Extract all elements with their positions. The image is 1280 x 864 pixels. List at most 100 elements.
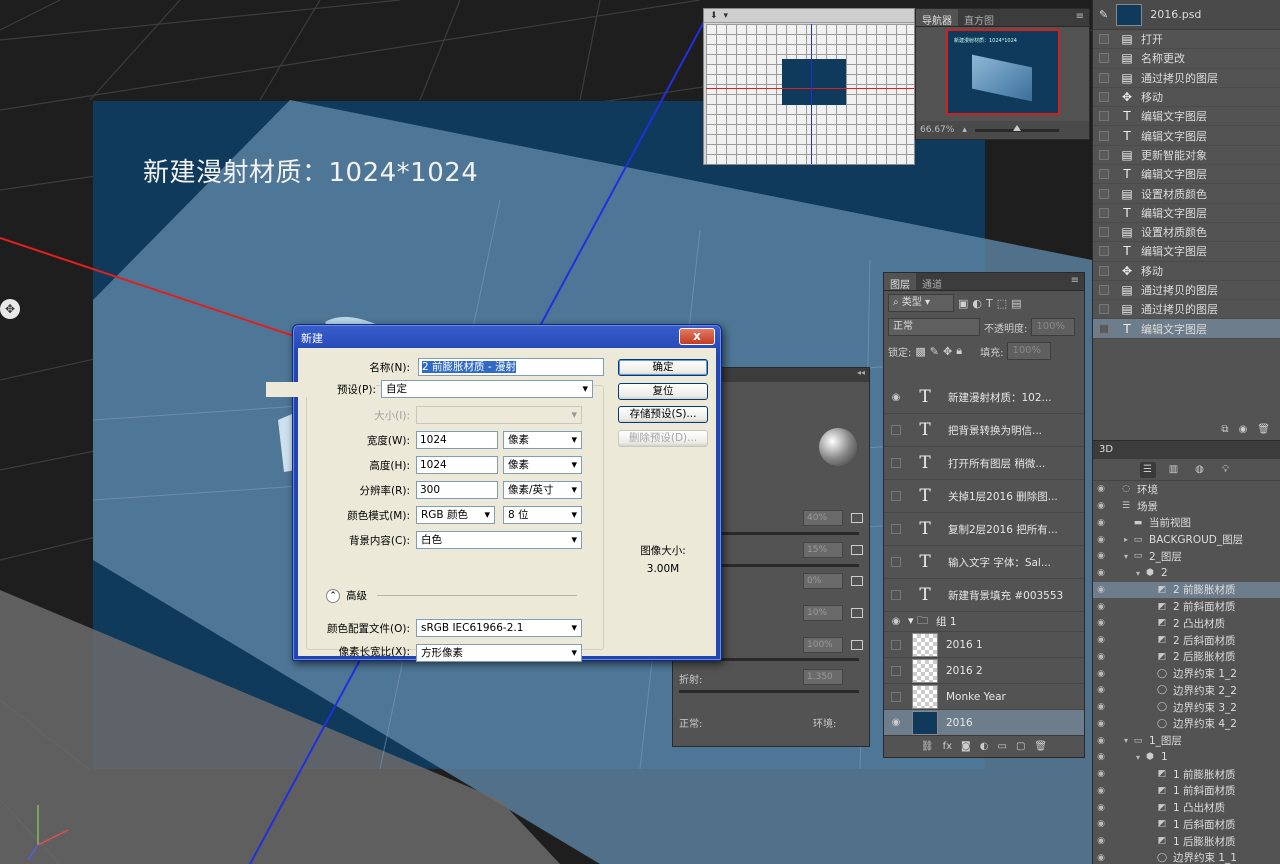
expand-toggle-icon[interactable]: ▸ [1121,535,1131,544]
snapshot-checkbox[interactable] [1099,188,1109,199]
eye-icon[interactable]: ◉ [1093,618,1109,628]
height-unit-select[interactable]: 像素 [503,456,582,474]
smart-object-filter-icon[interactable]: ▤ [1011,297,1021,310]
snapshot-checkbox[interactable] [1099,265,1109,276]
history-item[interactable]: T 编辑文字图层 [1093,204,1280,223]
snapshot-checkbox[interactable] [1099,304,1109,315]
expand-toggle-icon[interactable]: ▾ [1133,753,1143,762]
folder-icon[interactable] [851,513,863,523]
history-item[interactable]: ▤ 打开 [1093,30,1280,50]
snapshot-checkbox[interactable] [1099,72,1109,83]
history-item[interactable]: ▤ 通过拷贝的图层 [1093,69,1280,88]
history-brush-icon[interactable]: ✎ [1099,8,1108,21]
eye-icon[interactable]: ◉ [1093,635,1109,645]
tab-histogram[interactable]: 直方图 [958,9,1000,27]
eye-icon[interactable]: ◉ [1093,484,1109,494]
layer-row[interactable]: 2016 1 [884,632,1084,658]
layer-row[interactable]: ◉ T 新建漫射材质：102... [884,381,1084,414]
mask-icon[interactable]: ◙ [961,741,971,752]
lock-brush-icon[interactable]: ✎ [930,345,939,358]
threed-tree-item[interactable]: ◉ ▾ ⬢ 1 [1093,749,1280,766]
layer-row[interactable]: T 关掉1层2016 删除图... [884,480,1084,513]
eye-icon[interactable]: ◉ [1093,736,1109,746]
eye-icon[interactable]: ◉ [1093,685,1109,695]
layer-group-row[interactable]: ◉ ▾ 🗀︎ 组 1 [884,612,1084,632]
refraction-slider[interactable] [679,690,859,693]
folder-icon[interactable] [851,545,863,555]
visibility-toggle[interactable] [891,665,901,676]
panel-menu-icon[interactable]: ≡ [1066,273,1084,290]
ok-button[interactable]: 确定 [618,359,708,376]
snapshot-checkbox[interactable] [1099,169,1109,180]
threed-tree-item[interactable]: ◉ ▾ ▭ 1_图层 [1093,732,1280,749]
eye-icon[interactable]: ◉ [884,616,908,627]
layer-filter-select[interactable]: ⌕ 类型 ▾ [888,294,954,312]
tab-layers[interactable]: 图层 [884,273,916,291]
eye-icon[interactable]: ◉ [1093,719,1109,729]
eye-icon[interactable]: ◉ [1093,652,1109,662]
orbit-icon[interactable]: ✥ [0,299,20,319]
new-document-icon[interactable]: ⧉ [1221,424,1228,440]
color-profile-select[interactable]: sRGB IEC61966-2.1 [416,619,582,637]
eye-icon[interactable]: ◉ [1093,769,1109,779]
layer-row[interactable]: T 把背景转换为明信... [884,414,1084,447]
threed-tree-item[interactable]: ◉ ◩ 2 前斜面材质 [1093,598,1280,615]
eye-icon[interactable]: ◉ [1093,551,1109,561]
threed-tree-item[interactable]: ◉ ▾ ▭ 2_图层 [1093,548,1280,565]
threed-tree-item[interactable]: ◉ ◯ 边界约束 4_2 [1093,716,1280,733]
prop-field-5[interactable]: 100% [803,637,843,653]
resolution-input[interactable]: 300 [416,481,498,499]
shape-filter-icon[interactable]: ⬚ [997,297,1007,310]
snapshot-checkbox[interactable] [1099,285,1109,295]
eye-icon[interactable]: ◉ [1093,501,1109,511]
eye-icon[interactable]: ◉ [1093,518,1109,528]
threed-tree-item[interactable]: ◉ ▬ 当前视图 [1093,515,1280,532]
chevron-up-icon[interactable]: ⌃ [326,588,340,603]
material-sphere-preview[interactable] [819,428,857,466]
pixel-filter-icon[interactable]: ▣ [958,297,968,310]
mesh-filter-icon[interactable]: ▥ [1166,462,1182,478]
eye-icon[interactable]: ◉ [884,717,908,728]
snapshot-checkbox[interactable] [1099,111,1109,122]
eye-icon[interactable]: ◉ [1093,669,1109,679]
history-item[interactable]: ▤ 通过拷贝的图层 [1093,281,1280,301]
history-item[interactable]: T 编辑文字图层 [1093,107,1280,127]
eye-icon[interactable]: ◉ [1093,568,1109,578]
light-filter-icon[interactable]: 💡︎ [1218,462,1234,478]
adjustment-icon[interactable]: ◐ [980,741,989,752]
name-input[interactable]: 2 前膨胀材质 - 漫射 [418,358,604,376]
threed-tree-item[interactable]: ◉ ◩ 2 后斜面材质 [1093,632,1280,649]
expand-toggle-icon[interactable]: ▾ [1121,736,1131,745]
save-preset-button[interactable]: 存储预设(S)... [618,406,708,423]
resolution-unit-select[interactable]: 像素/英寸 [503,481,582,499]
folder-icon[interactable] [851,576,863,586]
visibility-toggle[interactable] [891,491,901,501]
prop-field-2[interactable]: 15% [803,542,843,558]
history-item[interactable]: T 编辑文字图层 [1093,319,1280,339]
threed-tree-item[interactable]: ◉ ◩ 2 后膨胀材质 [1093,649,1280,666]
trash-icon[interactable]: 🗑︎ [1257,424,1270,440]
tab-channels[interactable]: 通道 [916,273,948,291]
threed-tree-item[interactable]: ◉ ◩ 1 前膨胀材质 [1093,766,1280,783]
new-group-icon[interactable]: ▭ [997,741,1006,752]
snapshot-icon[interactable]: ◉ [1239,424,1248,440]
scene-filter-icon[interactable]: ☰ [1139,461,1156,478]
snapshot-checkbox[interactable] [1099,227,1109,238]
visibility-toggle[interactable] [891,691,901,702]
folder-icon[interactable] [851,640,863,650]
navigator-floating-thumbnail[interactable]: ⬇ ▾ [703,8,915,165]
eye-icon[interactable]: ◉ [1093,585,1109,595]
threed-tree-item[interactable]: ◉ ◩ 2 前膨胀材质 [1093,581,1280,599]
threed-tree-item[interactable]: ◉ ◩ 1 凸出材质 [1093,799,1280,816]
material-filter-icon[interactable]: ◍ [1192,462,1208,478]
prop-field-1[interactable]: 40% [803,510,843,526]
threed-tree-item[interactable]: ◉ ▸ ▭ BACKGROUD_图层 [1093,531,1280,548]
expand-toggle-icon[interactable]: ▾ [1121,552,1131,561]
visibility-toggle[interactable] [891,590,901,600]
prop-field-4[interactable]: 10% [803,605,843,621]
history-item[interactable]: T 编辑文字图层 [1093,126,1280,146]
layer-row[interactable]: T 新建背景填充 #003553 [884,579,1084,612]
threed-tree-item[interactable]: ◉ ◯ 边界约束 1_1 [1093,850,1280,864]
threed-tree-item[interactable]: ◉ ◩ 2 凸出材质 [1093,615,1280,632]
blend-mode-select[interactable]: 正常 [888,318,980,336]
